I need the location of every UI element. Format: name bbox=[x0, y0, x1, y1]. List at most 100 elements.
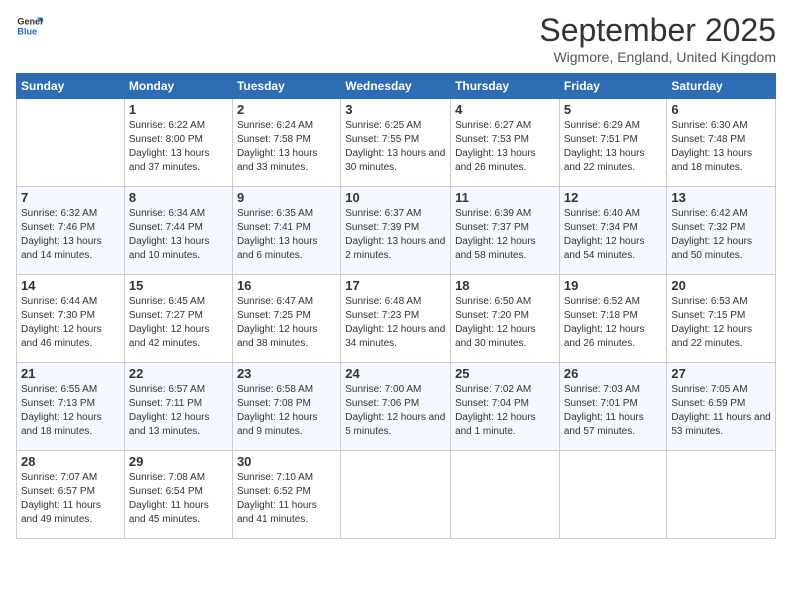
calendar-week-row: 14 Sunrise: 6:44 AM Sunset: 7:30 PM Dayli… bbox=[17, 275, 776, 363]
table-row: 7 Sunrise: 6:32 AM Sunset: 7:46 PM Daylig… bbox=[17, 187, 125, 275]
date-number: 4 bbox=[455, 102, 555, 117]
date-number: 8 bbox=[129, 190, 228, 205]
table-row bbox=[451, 451, 560, 539]
cell-info: Sunrise: 6:55 AM Sunset: 7:13 PM Dayligh… bbox=[21, 383, 120, 439]
cell-info: Sunrise: 6:48 AM Sunset: 7:23 PM Dayligh… bbox=[345, 295, 446, 351]
table-row: 17 Sunrise: 6:48 AM Sunset: 7:23 PM Dayli… bbox=[341, 275, 451, 363]
date-number: 7 bbox=[21, 190, 120, 205]
calendar-week-row: 7 Sunrise: 6:32 AM Sunset: 7:46 PM Daylig… bbox=[17, 187, 776, 275]
cell-info: Sunrise: 6:30 AM Sunset: 7:48 PM Dayligh… bbox=[671, 119, 771, 175]
cell-info: Sunrise: 6:57 AM Sunset: 7:11 PM Dayligh… bbox=[129, 383, 228, 439]
cell-info: Sunrise: 7:05 AM Sunset: 6:59 PM Dayligh… bbox=[671, 383, 771, 439]
date-number: 24 bbox=[345, 366, 446, 381]
cell-info: Sunrise: 6:50 AM Sunset: 7:20 PM Dayligh… bbox=[455, 295, 555, 351]
cell-info: Sunrise: 7:08 AM Sunset: 6:54 PM Dayligh… bbox=[129, 471, 228, 527]
date-number: 23 bbox=[237, 366, 336, 381]
table-row: 9 Sunrise: 6:35 AM Sunset: 7:41 PM Daylig… bbox=[232, 187, 340, 275]
table-row: 3 Sunrise: 6:25 AM Sunset: 7:55 PM Daylig… bbox=[341, 99, 451, 187]
cell-info: Sunrise: 6:40 AM Sunset: 7:34 PM Dayligh… bbox=[564, 207, 663, 263]
table-row bbox=[341, 451, 451, 539]
header: General Blue September 2025 Wigmore, Eng… bbox=[16, 12, 776, 65]
cell-info: Sunrise: 6:52 AM Sunset: 7:18 PM Dayligh… bbox=[564, 295, 663, 351]
page: General Blue September 2025 Wigmore, Eng… bbox=[0, 0, 792, 612]
table-row: 20 Sunrise: 6:53 AM Sunset: 7:15 PM Dayli… bbox=[667, 275, 776, 363]
cell-info: Sunrise: 6:24 AM Sunset: 7:58 PM Dayligh… bbox=[237, 119, 336, 175]
date-number: 2 bbox=[237, 102, 336, 117]
table-row: 29 Sunrise: 7:08 AM Sunset: 6:54 PM Dayli… bbox=[124, 451, 232, 539]
cell-info: Sunrise: 6:29 AM Sunset: 7:51 PM Dayligh… bbox=[564, 119, 663, 175]
col-saturday: Saturday bbox=[667, 74, 776, 99]
table-row: 6 Sunrise: 6:30 AM Sunset: 7:48 PM Daylig… bbox=[667, 99, 776, 187]
table-row: 23 Sunrise: 6:58 AM Sunset: 7:08 PM Dayli… bbox=[232, 363, 340, 451]
date-number: 15 bbox=[129, 278, 228, 293]
cell-info: Sunrise: 6:37 AM Sunset: 7:39 PM Dayligh… bbox=[345, 207, 446, 263]
table-row bbox=[667, 451, 776, 539]
cell-info: Sunrise: 6:25 AM Sunset: 7:55 PM Dayligh… bbox=[345, 119, 446, 175]
cell-info: Sunrise: 6:27 AM Sunset: 7:53 PM Dayligh… bbox=[455, 119, 555, 175]
cell-info: Sunrise: 6:42 AM Sunset: 7:32 PM Dayligh… bbox=[671, 207, 771, 263]
col-monday: Monday bbox=[124, 74, 232, 99]
table-row: 27 Sunrise: 7:05 AM Sunset: 6:59 PM Dayli… bbox=[667, 363, 776, 451]
table-row: 1Sunrise: 6:22 AM Sunset: 8:00 PM Daylig… bbox=[124, 99, 232, 187]
table-row: 4 Sunrise: 6:27 AM Sunset: 7:53 PM Daylig… bbox=[451, 99, 560, 187]
table-row: 5 Sunrise: 6:29 AM Sunset: 7:51 PM Daylig… bbox=[559, 99, 667, 187]
date-number: 10 bbox=[345, 190, 446, 205]
date-number: 27 bbox=[671, 366, 771, 381]
table-row: 15 Sunrise: 6:45 AM Sunset: 7:27 PM Dayli… bbox=[124, 275, 232, 363]
cell-info: Sunrise: 6:39 AM Sunset: 7:37 PM Dayligh… bbox=[455, 207, 555, 263]
table-row: 28Sunrise: 7:07 AM Sunset: 6:57 PM Dayli… bbox=[17, 451, 125, 539]
cell-info: Sunrise: 7:07 AM Sunset: 6:57 PM Dayligh… bbox=[21, 471, 120, 527]
date-number: 9 bbox=[237, 190, 336, 205]
cell-info: Sunrise: 6:35 AM Sunset: 7:41 PM Dayligh… bbox=[237, 207, 336, 263]
table-row: 10 Sunrise: 6:37 AM Sunset: 7:39 PM Dayli… bbox=[341, 187, 451, 275]
cell-info: Sunrise: 6:47 AM Sunset: 7:25 PM Dayligh… bbox=[237, 295, 336, 351]
logo-icon: General Blue bbox=[16, 12, 44, 40]
cell-info: Sunrise: 6:32 AM Sunset: 7:46 PM Dayligh… bbox=[21, 207, 120, 263]
date-number: 1 bbox=[129, 102, 228, 117]
table-row: 13 Sunrise: 6:42 AM Sunset: 7:32 PM Dayli… bbox=[667, 187, 776, 275]
calendar-week-row: 28Sunrise: 7:07 AM Sunset: 6:57 PM Dayli… bbox=[17, 451, 776, 539]
table-row: 11 Sunrise: 6:39 AM Sunset: 7:37 PM Dayli… bbox=[451, 187, 560, 275]
logo: General Blue bbox=[16, 12, 44, 40]
table-row: 12Sunrise: 6:40 AM Sunset: 7:34 PM Dayli… bbox=[559, 187, 667, 275]
date-number: 14 bbox=[21, 278, 120, 293]
table-row: 14 Sunrise: 6:44 AM Sunset: 7:30 PM Dayli… bbox=[17, 275, 125, 363]
table-row bbox=[17, 99, 125, 187]
date-number: 5 bbox=[564, 102, 663, 117]
date-number: 19 bbox=[564, 278, 663, 293]
svg-text:Blue: Blue bbox=[17, 26, 37, 36]
col-tuesday: Tuesday bbox=[232, 74, 340, 99]
calendar: Sunday Monday Tuesday Wednesday Thursday… bbox=[16, 73, 776, 539]
date-number: 18 bbox=[455, 278, 555, 293]
cell-info: Sunrise: 6:53 AM Sunset: 7:15 PM Dayligh… bbox=[671, 295, 771, 351]
date-number: 30 bbox=[237, 454, 336, 469]
location: Wigmore, England, United Kingdom bbox=[539, 49, 776, 65]
table-row: 21 Sunrise: 6:55 AM Sunset: 7:13 PM Dayli… bbox=[17, 363, 125, 451]
cell-info: Sunrise: 7:10 AM Sunset: 6:52 PM Dayligh… bbox=[237, 471, 336, 527]
date-number: 3 bbox=[345, 102, 446, 117]
cell-info: Sunrise: 6:45 AM Sunset: 7:27 PM Dayligh… bbox=[129, 295, 228, 351]
title-block: September 2025 Wigmore, England, United … bbox=[539, 12, 776, 65]
cell-info: Sunrise: 7:03 AM Sunset: 7:01 PM Dayligh… bbox=[564, 383, 663, 439]
table-row bbox=[559, 451, 667, 539]
cell-info: Sunrise: 6:34 AM Sunset: 7:44 PM Dayligh… bbox=[129, 207, 228, 263]
date-number: 6 bbox=[671, 102, 771, 117]
col-sunday: Sunday bbox=[17, 74, 125, 99]
col-thursday: Thursday bbox=[451, 74, 560, 99]
table-row: 19 Sunrise: 6:52 AM Sunset: 7:18 PM Dayli… bbox=[559, 275, 667, 363]
date-number: 29 bbox=[129, 454, 228, 469]
date-number: 22 bbox=[129, 366, 228, 381]
table-row: 24 Sunrise: 7:00 AM Sunset: 7:06 PM Dayli… bbox=[341, 363, 451, 451]
cell-info: Sunrise: 7:02 AM Sunset: 7:04 PM Dayligh… bbox=[455, 383, 555, 439]
date-number: 17 bbox=[345, 278, 446, 293]
date-number: 20 bbox=[671, 278, 771, 293]
calendar-week-row: 1Sunrise: 6:22 AM Sunset: 8:00 PM Daylig… bbox=[17, 99, 776, 187]
calendar-header-row: Sunday Monday Tuesday Wednesday Thursday… bbox=[17, 74, 776, 99]
cell-info: Sunrise: 6:58 AM Sunset: 7:08 PM Dayligh… bbox=[237, 383, 336, 439]
date-number: 16 bbox=[237, 278, 336, 293]
date-number: 13 bbox=[671, 190, 771, 205]
date-number: 11 bbox=[455, 190, 555, 205]
cell-info: Sunrise: 6:44 AM Sunset: 7:30 PM Dayligh… bbox=[21, 295, 120, 351]
cell-info: Sunrise: 7:00 AM Sunset: 7:06 PM Dayligh… bbox=[345, 383, 446, 439]
date-number: 21 bbox=[21, 366, 120, 381]
